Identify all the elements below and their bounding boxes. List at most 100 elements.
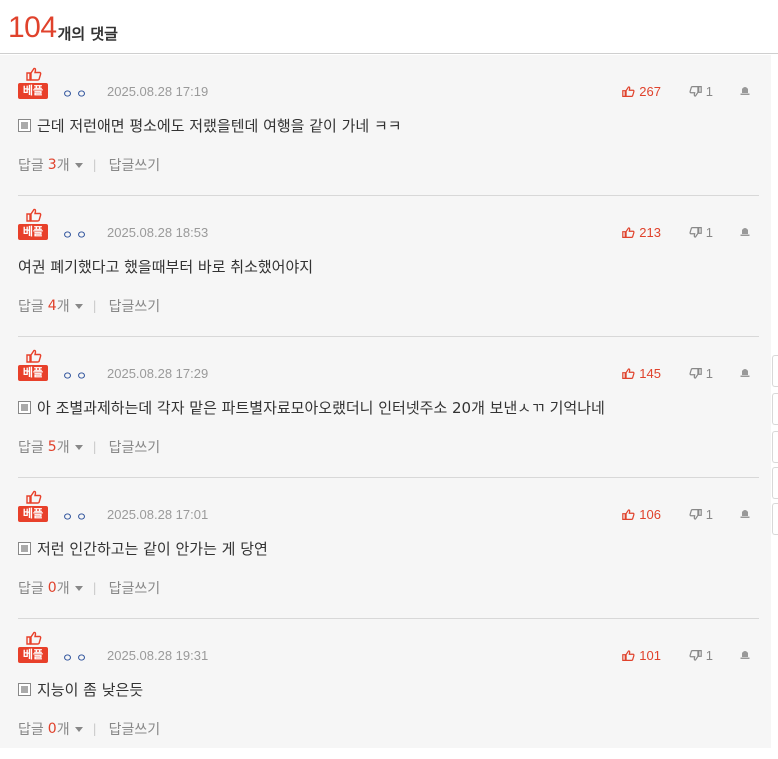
dislike-count: 1 [705, 366, 713, 381]
thumbs-down-icon [689, 650, 702, 661]
side-tab[interactable] [772, 503, 778, 535]
like-button[interactable]: 101 [622, 648, 661, 663]
comment-list: 베플 ㅇㅇ 2025.08.28 17:19 267 1 근데 저런애면 평소에… [0, 55, 771, 748]
best-badge-label: 베플 [18, 224, 48, 240]
write-reply-button[interactable]: 답글쓰기 [109, 296, 161, 316]
dislike-button[interactable]: 1 [689, 507, 713, 522]
side-tab[interactable] [772, 355, 778, 387]
write-reply-button[interactable]: 답글쓰기 [109, 719, 161, 739]
like-button[interactable]: 106 [622, 507, 661, 522]
reply-label: 답글 [18, 581, 44, 597]
chevron-down-icon [74, 444, 83, 450]
comment-item: 베플 ㅇㅇ 2025.08.28 17:01 106 1 저런 인간하고는 같이… [18, 478, 759, 619]
comment-actions: 답글 0개 | 답글쓰기 [18, 578, 160, 598]
comment-text: 근데 저런애면 평소에도 저랬을텐데 여행을 같이 가네 ㅋㅋ [37, 117, 402, 135]
chevron-down-icon [74, 303, 83, 309]
write-reply-button[interactable]: 답글쓰기 [109, 578, 161, 598]
reply-toggle[interactable]: 답글 3개 [18, 155, 83, 175]
nickname[interactable]: ㅇㅇ [62, 649, 90, 666]
nickname[interactable]: ㅇㅇ [62, 226, 90, 243]
like-count: 101 [639, 648, 661, 663]
thumbs-up-icon [26, 631, 42, 645]
like-button[interactable]: 213 [622, 225, 661, 240]
divider: | [92, 299, 97, 313]
thumbs-up-icon [622, 368, 635, 379]
dislike-count: 1 [705, 648, 713, 663]
report-icon[interactable] [739, 225, 751, 237]
image-attachment-icon[interactable] [18, 119, 31, 132]
like-count: 145 [639, 366, 661, 381]
reply-toggle[interactable]: 답글 5개 [18, 437, 83, 457]
reply-count: 3 [47, 157, 57, 173]
dislike-count: 1 [705, 84, 713, 99]
write-reply-button[interactable]: 답글쓰기 [109, 437, 161, 457]
comment-count: 104 [8, 11, 57, 44]
divider: | [92, 722, 97, 736]
thumbs-down-icon [689, 509, 702, 520]
dislike-button[interactable]: 1 [689, 225, 713, 240]
comment-actions: 답글 4개 | 답글쓰기 [18, 296, 160, 316]
reply-unit: 개 [56, 440, 70, 456]
write-reply-button[interactable]: 답글쓰기 [109, 155, 161, 175]
nickname[interactable]: ㅇㅇ [62, 85, 90, 102]
like-button[interactable]: 145 [622, 366, 661, 381]
chevron-down-icon [74, 162, 83, 168]
comment-text: 저런 인간하고는 같이 안가는 게 당연 [37, 540, 268, 558]
best-badge-label: 베플 [18, 647, 48, 663]
report-icon[interactable] [739, 507, 751, 519]
best-badge-label: 베플 [18, 506, 48, 522]
reply-label: 답글 [18, 722, 44, 738]
best-badge-label: 베플 [18, 83, 48, 99]
comment-actions: 답글 5개 | 답글쓰기 [18, 437, 160, 457]
thumbs-up-icon [622, 227, 635, 238]
comment-text: 여권 폐기했다고 했을때부터 바로 취소했어야지 [18, 258, 314, 276]
reply-count: 0 [47, 580, 57, 596]
divider: | [92, 158, 97, 172]
side-tab[interactable] [772, 393, 778, 425]
reply-count: 4 [47, 298, 57, 314]
thumbs-up-icon [26, 349, 42, 363]
thumbs-up-icon [26, 67, 42, 81]
side-tab[interactable] [772, 431, 778, 463]
side-tab[interactable] [772, 467, 778, 499]
thumbs-up-icon [26, 490, 42, 504]
reply-unit: 개 [56, 722, 70, 738]
reply-toggle[interactable]: 답글 0개 [18, 578, 83, 598]
thumbs-down-icon [689, 368, 702, 379]
nickname[interactable]: ㅇㅇ [62, 367, 90, 384]
image-attachment-icon[interactable] [18, 683, 31, 696]
like-count: 213 [639, 225, 661, 240]
thumbs-up-icon [622, 509, 635, 520]
like-button[interactable]: 267 [622, 84, 661, 99]
divider: | [92, 581, 97, 595]
nickname[interactable]: ㅇㅇ [62, 508, 90, 525]
dislike-button[interactable]: 1 [689, 648, 713, 663]
comment-date: 2025.08.28 17:29 [107, 366, 209, 381]
report-icon[interactable] [739, 366, 751, 378]
dislike-button[interactable]: 1 [689, 84, 713, 99]
comment-text-row: 지능이 좀 낮은듯 [18, 679, 143, 700]
reply-toggle[interactable]: 답글 4개 [18, 296, 83, 316]
reply-count: 0 [47, 721, 57, 737]
comment-text: 아 조별과제하는데 각자 맡은 파트별자료모아오랬더니 인터넷주소 20개 보낸… [37, 399, 605, 417]
reply-toggle[interactable]: 답글 0개 [18, 719, 83, 739]
comment-item: 베플 ㅇㅇ 2025.08.28 17:19 267 1 근데 저런애면 평소에… [18, 55, 759, 196]
comment-date: 2025.08.28 17:01 [107, 507, 209, 522]
thumbs-down-icon [689, 86, 702, 97]
comment-text: 지능이 좀 낮은듯 [37, 681, 144, 699]
comment-actions: 답글 0개 | 답글쓰기 [18, 719, 160, 739]
dislike-button[interactable]: 1 [689, 366, 713, 381]
comment-date: 2025.08.28 17:19 [107, 84, 209, 99]
best-badge-label: 베플 [18, 365, 48, 381]
best-badge: 베플 [18, 349, 50, 383]
best-badge: 베플 [18, 490, 50, 524]
comment-date: 2025.08.28 18:53 [107, 225, 209, 240]
reply-label: 답글 [18, 440, 44, 456]
report-icon[interactable] [739, 84, 751, 96]
image-attachment-icon[interactable] [18, 542, 31, 555]
report-icon[interactable] [739, 648, 751, 660]
like-count: 267 [639, 84, 661, 99]
image-attachment-icon[interactable] [18, 401, 31, 414]
comment-item: 베플 ㅇㅇ 2025.08.28 17:29 145 1 아 조별과제하는데 각… [18, 337, 759, 478]
reply-label: 답글 [18, 158, 44, 174]
